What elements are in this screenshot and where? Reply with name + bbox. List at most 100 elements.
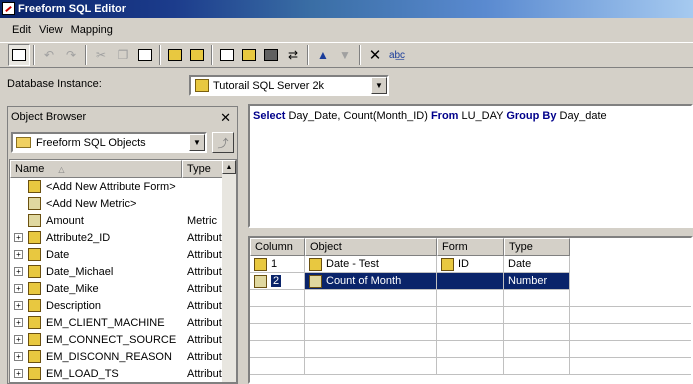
cell-type[interactable]: Date	[504, 256, 570, 273]
cell-object[interactable]: Count of Month	[305, 273, 437, 290]
expand-icon[interactable]: +	[14, 318, 23, 327]
object-browser-title: Object Browser	[11, 111, 87, 123]
object-list: Name △ Type <Add New Attribute Form> <Ad…	[9, 159, 237, 383]
hierarchy-button[interactable]	[238, 44, 260, 66]
folder-select[interactable]: Freeform SQL Objects ▼	[11, 132, 207, 153]
sql-group-column: Day_date	[556, 110, 607, 122]
properties-button[interactable]	[216, 44, 238, 66]
sql-editor[interactable]: Select Day_Date, Count(Month_ID) From LU…	[248, 104, 693, 228]
attribute-icon	[28, 231, 41, 244]
cell-form[interactable]: ID	[437, 256, 504, 273]
attribute-icon	[254, 257, 267, 271]
mapping-header: Column Object Form Type	[250, 238, 691, 256]
preview-button[interactable]	[8, 44, 30, 66]
attribute-icon	[28, 282, 41, 295]
copy-button[interactable]: ❐	[112, 44, 134, 66]
list-item[interactable]: <Add New Metric>	[10, 195, 224, 212]
expand-icon[interactable]: +	[14, 352, 23, 361]
sql-columns: Day_Date, Count(Month_ID)	[285, 110, 431, 122]
expand-icon[interactable]: +	[14, 369, 23, 378]
column-header-name[interactable]: Name △	[10, 160, 182, 178]
properties-icon	[220, 49, 234, 61]
close-icon[interactable]: ✕	[220, 110, 231, 126]
list-item[interactable]: + Description Attribute	[10, 297, 228, 314]
menu-mapping[interactable]: Mapping	[71, 24, 113, 36]
table-row-empty	[250, 290, 691, 307]
paste-button[interactable]	[134, 44, 156, 66]
database-instance-select[interactable]: Tutorail SQL Server 2k ▼	[189, 75, 389, 96]
object-button[interactable]	[260, 44, 282, 66]
add-attribute-button[interactable]	[164, 44, 186, 66]
column-header-type[interactable]: Type	[504, 238, 570, 256]
list-item[interactable]: + Attribute2_ID Attribute	[10, 229, 228, 246]
redo-button[interactable]: ↷	[60, 44, 82, 66]
toolbar-separator	[33, 45, 35, 65]
expand-icon[interactable]: +	[14, 250, 23, 259]
database-instance-label: Database Instance:	[7, 78, 102, 90]
folder-icon	[16, 137, 31, 148]
add-metric-button[interactable]	[186, 44, 208, 66]
table-row[interactable]: 1 Date - Test ID Date	[250, 256, 691, 273]
expand-icon[interactable]: +	[14, 284, 23, 293]
menu-view[interactable]: View	[39, 24, 63, 36]
cell-object[interactable]: Date - Test	[305, 256, 437, 273]
item-name: <Add New Metric>	[46, 197, 137, 210]
list-item[interactable]: + EM_DISCONN_REASON Attribute	[10, 348, 228, 365]
undo-button[interactable]: ↶	[38, 44, 60, 66]
window-title: Freeform SQL Editor	[18, 3, 126, 15]
table-row-empty	[250, 358, 691, 375]
folder-select-value: Freeform SQL Objects	[36, 136, 146, 149]
title-bar: Freeform SQL Editor	[0, 0, 693, 18]
replace-button[interactable]: ⇄	[282, 44, 304, 66]
attribute-form-icon	[28, 180, 41, 193]
delete-button[interactable]: ✕	[364, 44, 386, 66]
cut-button[interactable]: ✂	[90, 44, 112, 66]
app-icon	[2, 2, 15, 15]
toolbar-separator	[211, 45, 213, 65]
cell-form-value: ID	[458, 258, 469, 270]
item-name: Amount	[46, 214, 84, 227]
list-item[interactable]: Amount Metric	[10, 212, 224, 229]
list-item[interactable]: + Date Attribute	[10, 246, 228, 263]
item-name: EM_CLIENT_MACHINE	[46, 316, 165, 329]
column-header-type[interactable]: Type	[182, 160, 224, 178]
list-item[interactable]: + EM_CLIENT_MACHINE Attribute	[10, 314, 228, 331]
column-header-object[interactable]: Object	[305, 238, 437, 256]
cell-column[interactable]: 2	[250, 273, 305, 290]
expand-icon[interactable]: +	[14, 267, 23, 276]
menu-edit[interactable]: Edit	[12, 24, 31, 36]
cell-type[interactable]: Number	[504, 273, 570, 290]
expand-icon[interactable]: +	[14, 335, 23, 344]
column-header-form[interactable]: Form	[437, 238, 504, 256]
toolbar: ↶ ↷ ✂ ❐ ⇄ ▲ ▼ ✕ ab͟c	[0, 42, 693, 68]
cell-form[interactable]	[437, 273, 504, 290]
cell-column[interactable]: 1	[250, 256, 305, 273]
list-item[interactable]: <Add New Attribute Form>	[10, 178, 224, 195]
move-up-button[interactable]: ▲	[312, 44, 334, 66]
column-header-column[interactable]: Column	[250, 238, 305, 256]
list-item[interactable]: + EM_LOAD_TS Attribute	[10, 365, 228, 382]
table-row[interactable]: 2 Count of Month Number	[250, 273, 691, 290]
sql-keyword-from: From	[430, 110, 459, 122]
folder-up-button[interactable]: ⤴	[212, 132, 234, 153]
column-header-column-label: Column	[255, 241, 293, 253]
chevron-down-icon[interactable]: ▼	[189, 134, 205, 151]
expand-icon[interactable]: +	[14, 233, 23, 242]
vertical-scrollbar[interactable]: ▲	[222, 160, 236, 382]
item-name: Description	[46, 299, 102, 312]
move-down-button[interactable]: ▼	[334, 44, 356, 66]
item-name: Date_Mike	[46, 282, 99, 295]
chevron-down-icon[interactable]: ▼	[371, 77, 387, 94]
list-item[interactable]: + Date_Michael Attribute	[10, 263, 228, 280]
column-header-object-label: Object	[310, 241, 342, 253]
item-name: Attribute2_ID	[46, 231, 111, 244]
spell-check-icon: ab͟c	[388, 49, 406, 61]
list-item[interactable]: + Date_Mike Attribute	[10, 280, 228, 297]
expand-icon[interactable]: +	[14, 301, 23, 310]
scroll-up-icon[interactable]: ▲	[222, 160, 236, 174]
toolbar-separator	[307, 45, 309, 65]
table-row-empty	[250, 324, 691, 341]
list-item[interactable]: + EM_CONNECT_SOURCE Attribute	[10, 331, 228, 348]
column-header-type-label: Type	[509, 241, 533, 253]
spell-check-button[interactable]: ab͟c	[386, 44, 408, 66]
